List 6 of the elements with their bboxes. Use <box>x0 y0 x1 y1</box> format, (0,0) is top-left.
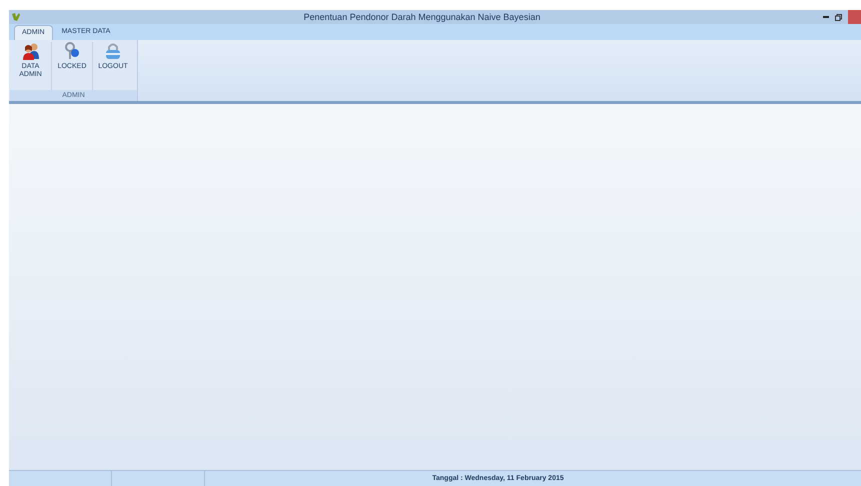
window-title: Penentuan Pendonor Darah Menggunakan Naive Bayesian <box>302 11 542 24</box>
restore-icon[interactable] <box>835 14 842 20</box>
keys-icon <box>63 42 81 60</box>
users-icon <box>22 42 40 60</box>
minimize-icon[interactable] <box>823 16 829 18</box>
app-icon <box>11 12 21 22</box>
